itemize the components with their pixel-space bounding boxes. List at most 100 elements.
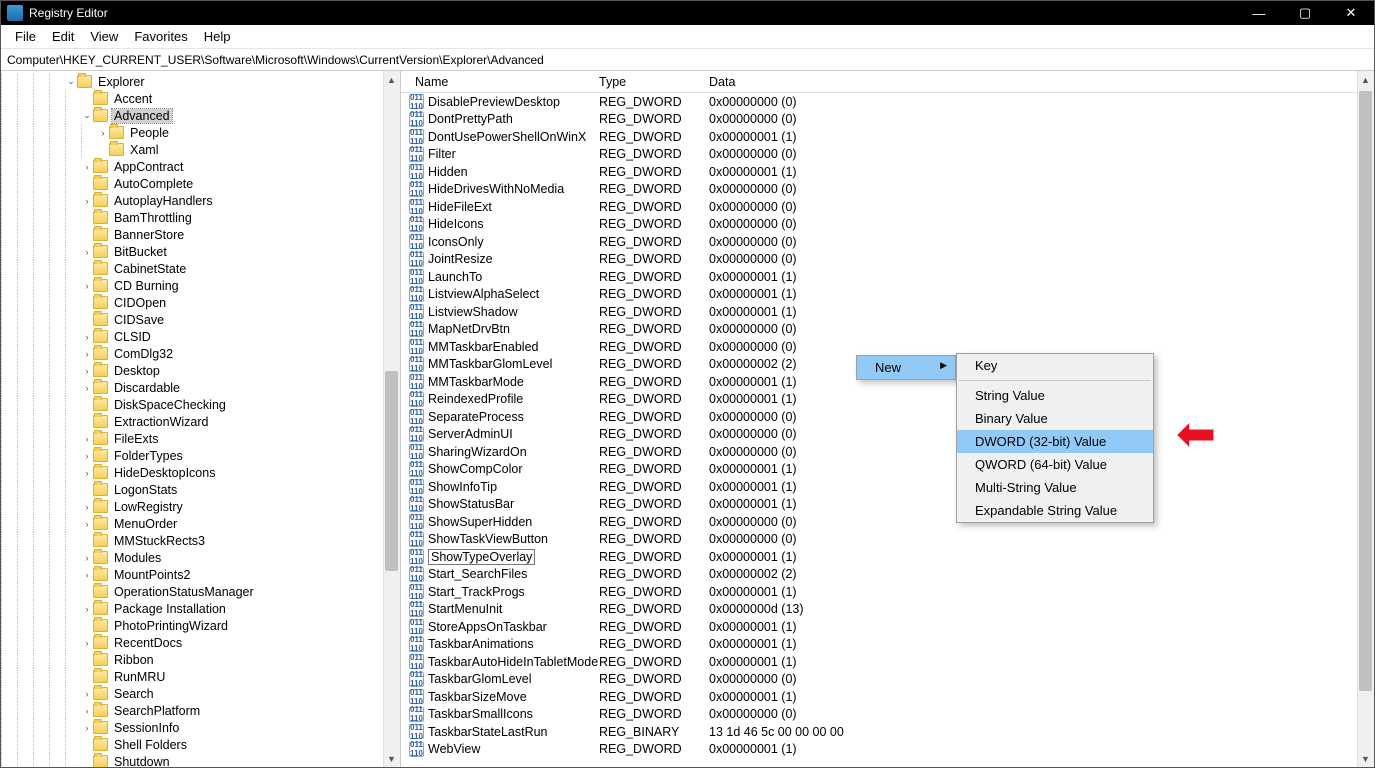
titlebar[interactable]: Registry Editor — ▢ ✕ bbox=[1, 1, 1374, 25]
value-row[interactable]: 011110 DisablePreviewDesktop REG_DWORD 0… bbox=[401, 93, 1357, 111]
ctx-item-dword-32-bit-value[interactable]: DWORD (32-bit) Value bbox=[957, 430, 1153, 453]
column-name[interactable]: Name bbox=[401, 73, 591, 91]
twisty-icon[interactable]: › bbox=[97, 128, 109, 138]
ctx-new[interactable]: New bbox=[857, 356, 955, 379]
menu-file[interactable]: File bbox=[7, 27, 44, 46]
ctx-item-multi-string-value[interactable]: Multi-String Value bbox=[957, 476, 1153, 499]
tree-item-people[interactable]: › People bbox=[1, 124, 400, 141]
twisty-icon[interactable]: › bbox=[81, 519, 93, 529]
tree-scrollbar[interactable]: ▲ ▼ bbox=[383, 71, 400, 767]
tree-item-mmstuckrects3[interactable]: MMStuckRects3 bbox=[1, 532, 400, 549]
value-row[interactable]: 011110 HideDrivesWithNoMedia REG_DWORD 0… bbox=[401, 181, 1357, 199]
tree-item-recentdocs[interactable]: › RecentDocs bbox=[1, 634, 400, 651]
twisty-icon[interactable]: › bbox=[81, 383, 93, 393]
context-menu-new[interactable]: KeyString ValueBinary ValueDWORD (32-bit… bbox=[956, 353, 1154, 523]
tree-item-searchplatform[interactable]: › SearchPlatform bbox=[1, 702, 400, 719]
value-row[interactable]: 011110 TaskbarAutoHideInTabletMode REG_D… bbox=[401, 653, 1357, 671]
tree-scroll-thumb[interactable] bbox=[385, 371, 398, 571]
twisty-icon[interactable]: › bbox=[81, 332, 93, 342]
value-row[interactable]: 011110 ShowStatusBar REG_DWORD 0x0000000… bbox=[401, 496, 1357, 514]
tree-item-sessioninfo[interactable]: › SessionInfo bbox=[1, 719, 400, 736]
value-row[interactable]: 011110 ShowTaskViewButton REG_DWORD 0x00… bbox=[401, 531, 1357, 549]
tree-item-diskspacechecking[interactable]: DiskSpaceChecking bbox=[1, 396, 400, 413]
twisty-icon[interactable]: › bbox=[81, 434, 93, 444]
value-row[interactable]: 011110 MMTaskbarEnabled REG_DWORD 0x0000… bbox=[401, 338, 1357, 356]
value-row[interactable]: 011110 MapNetDrvBtn REG_DWORD 0x00000000… bbox=[401, 321, 1357, 339]
tree-item-cidsave[interactable]: CIDSave bbox=[1, 311, 400, 328]
value-row[interactable]: 011110 Start_TrackProgs REG_DWORD 0x0000… bbox=[401, 583, 1357, 601]
tree-item-ribbon[interactable]: Ribbon bbox=[1, 651, 400, 668]
tree-item-xaml[interactable]: Xaml bbox=[1, 141, 400, 158]
tree-item-accent[interactable]: Accent bbox=[1, 90, 400, 107]
value-row[interactable]: 011110 ShowInfoTip REG_DWORD 0x00000001 … bbox=[401, 478, 1357, 496]
twisty-icon[interactable]: › bbox=[81, 604, 93, 614]
twisty-icon[interactable]: › bbox=[81, 570, 93, 580]
twisty-icon[interactable]: › bbox=[81, 366, 93, 376]
tree-item-search[interactable]: › Search bbox=[1, 685, 400, 702]
tree-item-desktop[interactable]: › Desktop bbox=[1, 362, 400, 379]
scroll-up-icon[interactable]: ▲ bbox=[383, 71, 400, 88]
twisty-icon[interactable]: › bbox=[81, 196, 93, 206]
value-row[interactable]: 011110 TaskbarStateLastRun REG_BINARY 13… bbox=[401, 723, 1357, 741]
value-row[interactable]: 011110 WebView REG_DWORD 0x00000001 (1) bbox=[401, 741, 1357, 759]
tree-item-advanced[interactable]: ⌄ Advanced bbox=[1, 107, 400, 124]
twisty-icon[interactable]: › bbox=[81, 281, 93, 291]
tree-item-shutdown[interactable]: Shutdown bbox=[1, 753, 400, 767]
context-menu-parent[interactable]: New bbox=[856, 355, 956, 380]
value-list-pane[interactable]: Name Type Data 011110 DisablePreviewDesk… bbox=[401, 71, 1374, 767]
tree-item-appcontract[interactable]: › AppContract bbox=[1, 158, 400, 175]
list-scroll-thumb[interactable] bbox=[1359, 91, 1372, 691]
value-row[interactable]: 011110 ShowSuperHidden REG_DWORD 0x00000… bbox=[401, 513, 1357, 531]
ctx-item-qword-64-bit-value[interactable]: QWORD (64-bit) Value bbox=[957, 453, 1153, 476]
scroll-down-icon[interactable]: ▼ bbox=[1357, 750, 1374, 767]
tree-item-mountpoints2[interactable]: › MountPoints2 bbox=[1, 566, 400, 583]
value-row[interactable]: 011110 DontUsePowerShellOnWinX REG_DWORD… bbox=[401, 128, 1357, 146]
tree-item-bannerstore[interactable]: BannerStore bbox=[1, 226, 400, 243]
tree-item-autocomplete[interactable]: AutoComplete bbox=[1, 175, 400, 192]
tree-item-package-installation[interactable]: › Package Installation bbox=[1, 600, 400, 617]
value-row[interactable]: 011110 JointResize REG_DWORD 0x00000000 … bbox=[401, 251, 1357, 269]
value-row[interactable]: 011110 Start_SearchFiles REG_DWORD 0x000… bbox=[401, 566, 1357, 584]
value-row[interactable]: 011110 TaskbarSizeMove REG_DWORD 0x00000… bbox=[401, 688, 1357, 706]
value-row[interactable]: 011110 LaunchTo REG_DWORD 0x00000001 (1) bbox=[401, 268, 1357, 286]
minimize-button[interactable]: — bbox=[1236, 1, 1282, 25]
value-row[interactable]: 011110 ListviewShadow REG_DWORD 0x000000… bbox=[401, 303, 1357, 321]
tree-item-extractionwizard[interactable]: ExtractionWizard bbox=[1, 413, 400, 430]
tree-item-foldertypes[interactable]: › FolderTypes bbox=[1, 447, 400, 464]
tree-pane[interactable]: ⌄ Explorer Accent ⌄ Advanced › People Xa… bbox=[1, 71, 401, 767]
twisty-icon[interactable]: › bbox=[81, 502, 93, 512]
menu-edit[interactable]: Edit bbox=[44, 27, 82, 46]
value-row[interactable]: 011110 TaskbarSmallIcons REG_DWORD 0x000… bbox=[401, 706, 1357, 724]
value-row[interactable]: 011110 Hidden REG_DWORD 0x00000001 (1) bbox=[401, 163, 1357, 181]
value-row[interactable]: 011110 TaskbarGlomLevel REG_DWORD 0x0000… bbox=[401, 671, 1357, 689]
scroll-up-icon[interactable]: ▲ bbox=[1357, 71, 1374, 88]
menu-help[interactable]: Help bbox=[196, 27, 239, 46]
twisty-icon[interactable]: › bbox=[81, 349, 93, 359]
tree-item-clsid[interactable]: › CLSID bbox=[1, 328, 400, 345]
tree-item-photoprintingwizard[interactable]: PhotoPrintingWizard bbox=[1, 617, 400, 634]
twisty-icon[interactable]: › bbox=[81, 451, 93, 461]
value-row[interactable]: 011110 HideIcons REG_DWORD 0x00000000 (0… bbox=[401, 216, 1357, 234]
value-row[interactable]: 011110 StoreAppsOnTaskbar REG_DWORD 0x00… bbox=[401, 618, 1357, 636]
column-type[interactable]: Type bbox=[591, 73, 701, 91]
ctx-item-string-value[interactable]: String Value bbox=[957, 384, 1153, 407]
tree-item-bitbucket[interactable]: › BitBucket bbox=[1, 243, 400, 260]
maximize-button[interactable]: ▢ bbox=[1282, 1, 1328, 25]
tree-item-hidedesktopicons[interactable]: › HideDesktopIcons bbox=[1, 464, 400, 481]
tree-item-autoplayhandlers[interactable]: › AutoplayHandlers bbox=[1, 192, 400, 209]
tree-item-cabinetstate[interactable]: CabinetState bbox=[1, 260, 400, 277]
value-row[interactable]: 011110 ListviewAlphaSelect REG_DWORD 0x0… bbox=[401, 286, 1357, 304]
value-row[interactable]: 011110 HideFileExt REG_DWORD 0x00000000 … bbox=[401, 198, 1357, 216]
value-row[interactable]: 011110 ShowCompColor REG_DWORD 0x0000000… bbox=[401, 461, 1357, 479]
tree-item-shell-folders[interactable]: Shell Folders bbox=[1, 736, 400, 753]
tree-item-modules[interactable]: › Modules bbox=[1, 549, 400, 566]
close-button[interactable]: ✕ bbox=[1328, 1, 1374, 25]
ctx-item-binary-value[interactable]: Binary Value bbox=[957, 407, 1153, 430]
menu-view[interactable]: View bbox=[82, 27, 126, 46]
tree-item-logonstats[interactable]: LogonStats bbox=[1, 481, 400, 498]
tree-item-operationstatusmanager[interactable]: OperationStatusManager bbox=[1, 583, 400, 600]
twisty-icon[interactable]: › bbox=[81, 247, 93, 257]
value-row[interactable]: 011110 TaskbarAnimations REG_DWORD 0x000… bbox=[401, 636, 1357, 654]
twisty-icon[interactable]: › bbox=[81, 162, 93, 172]
tree-item-fileexts[interactable]: › FileExts bbox=[1, 430, 400, 447]
